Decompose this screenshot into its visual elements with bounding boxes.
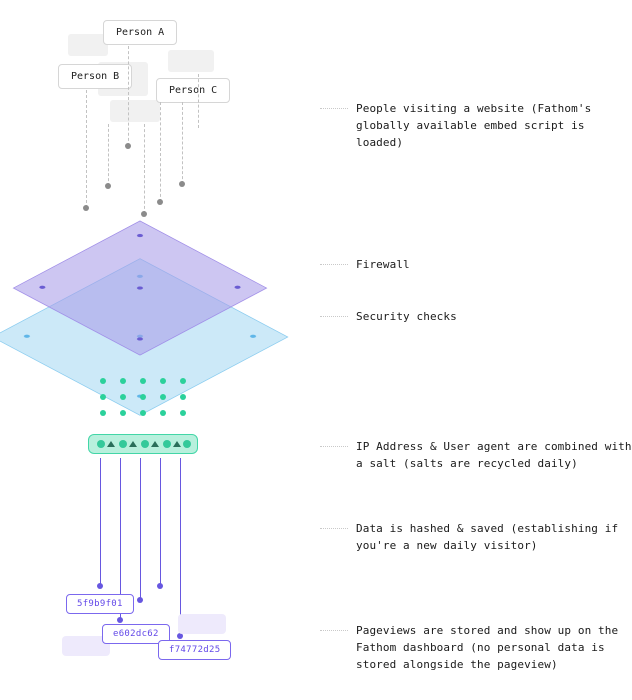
purple-dot [157,583,163,589]
annotation-firewall: Firewall [320,256,632,273]
annotation-pageviews: Pageviews are stored and show up on the … [320,622,632,673]
leader-dots [320,528,348,529]
purple-dot [97,583,103,589]
leader-dots [320,630,348,631]
drop-dot [179,181,185,187]
person-c-label: Person C [169,85,217,96]
green-dot [120,410,126,416]
annotation-column: People visiting a website (Fathom's glob… [320,0,632,700]
person-b-label: Person B [71,71,119,82]
leader-dots [320,446,348,447]
hash-ghost [178,614,226,634]
hash-box-3: f74772d25 [158,640,231,660]
annotation-hashed-text: Data is hashed & saved (establishing if … [356,520,632,554]
hash-3-value: f74772d25 [169,645,220,655]
person-b-box: Person B [58,64,132,89]
ghost-box [110,100,160,122]
green-dot [120,378,126,384]
green-dot [160,394,166,400]
purple-line [180,458,181,636]
leader-dots [320,264,348,265]
purple-line [160,458,161,586]
ghost-box [68,34,108,56]
drop-line [198,74,199,128]
annotation-hashed: Data is hashed & saved (establishing if … [320,520,632,554]
drop-line [86,90,87,208]
firewall-plane-wrapper [50,198,230,308]
purple-dot [117,617,123,623]
annotation-people-text: People visiting a website (Fathom's glob… [356,100,632,151]
purple-line [100,458,101,586]
green-dot [180,394,186,400]
green-dot [100,410,106,416]
hash-box-1: 5f9b9f01 [66,594,134,614]
purple-line [140,458,141,600]
diagram-canvas: Person A Person B Person C [0,0,320,700]
drop-line [160,102,161,202]
green-dot [160,378,166,384]
annotation-people: People visiting a website (Fathom's glob… [320,100,632,151]
salt-bar [88,434,198,454]
annotation-firewall-text: Firewall [356,256,410,273]
green-dot [100,378,106,384]
green-dot [180,410,186,416]
drop-line [128,46,129,146]
drop-dot [105,183,111,189]
person-c-box: Person C [156,78,230,103]
annotation-pageviews-text: Pageviews are stored and show up on the … [356,622,632,673]
hash-2-value: e602dc62 [113,629,159,639]
purple-dot [137,597,143,603]
green-dot [140,394,146,400]
leader-dots [320,316,348,317]
annotation-security: Security checks [320,308,632,325]
annotation-security-text: Security checks [356,308,457,325]
drop-dot [125,143,131,149]
annotation-salt-text: IP Address & User agent are combined wit… [356,438,632,472]
drop-line [182,102,183,184]
drop-line [108,124,109,186]
person-a-label: Person A [116,27,164,38]
ghost-box [168,50,214,72]
green-dot [100,394,106,400]
green-dot [140,410,146,416]
green-dot [180,378,186,384]
person-a-box: Person A [103,20,177,45]
green-dot [140,378,146,384]
annotation-salt: IP Address & User agent are combined wit… [320,438,632,472]
hash-1-value: 5f9b9f01 [77,599,123,609]
leader-dots [320,108,348,109]
green-dot [120,394,126,400]
green-dot [160,410,166,416]
